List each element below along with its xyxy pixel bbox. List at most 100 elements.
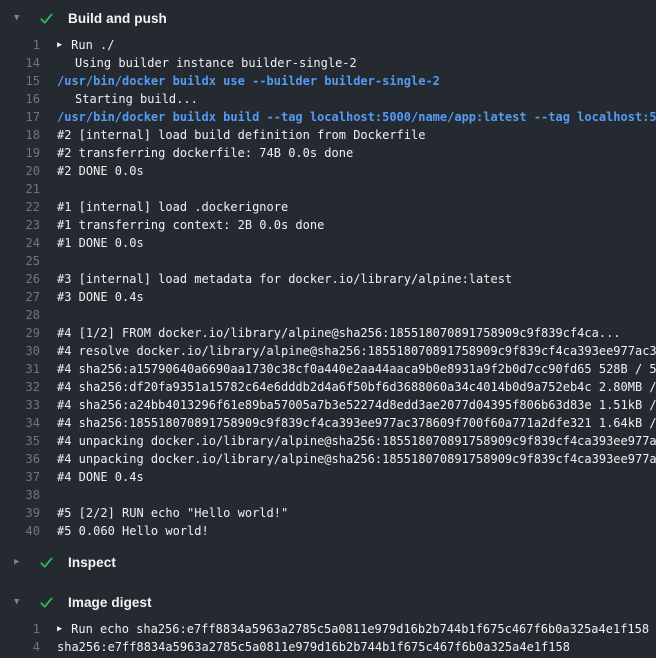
log-line: 37 ▶ #4 DONE 0.4s: [0, 468, 656, 486]
check-icon: [38, 10, 54, 26]
line-number[interactable]: 18: [0, 126, 40, 144]
log-line: 19 ▶ #2 transferring dockerfile: 74B 0.0…: [0, 144, 656, 162]
line-number[interactable]: 14: [0, 54, 40, 72]
line-number[interactable]: 29: [0, 324, 40, 342]
line-number[interactable]: 27: [0, 288, 40, 306]
section-header[interactable]: ▼ Image digest: [0, 584, 656, 620]
log-line: 39 ▶ #5 [2/2] RUN echo "Hello world!": [0, 504, 656, 522]
line-number[interactable]: 1: [0, 620, 40, 638]
log-line: 40 ▶ #5 0.060 Hello world!: [0, 522, 656, 540]
expand-group-icon[interactable]: ▶: [40, 620, 62, 638]
log-line: 33 ▶ #4 sha256:a24bb4013296f61e89ba57005…: [0, 396, 656, 414]
line-text: [40, 486, 57, 504]
log-line: 15 ▶ /usr/bin/docker buildx use --builde…: [0, 72, 656, 90]
log-line: 31 ▶ #4 sha256:a15790640a6690aa1730c38cf…: [0, 360, 656, 378]
line-text: Starting build...: [75, 90, 198, 108]
line-number[interactable]: 31: [0, 360, 40, 378]
line-text: #3 [internal] load metadata for docker.i…: [40, 270, 512, 288]
line-text: #2 [internal] load build definition from…: [40, 126, 425, 144]
line-number[interactable]: 26: [0, 270, 40, 288]
section-body: 1 ▶ Run ./ 14 ▶ Using builder instance b…: [0, 36, 656, 544]
chevron-icon[interactable]: ▼: [14, 14, 28, 23]
log-line: 28 ▶: [0, 306, 656, 324]
line-number[interactable]: 15: [0, 72, 40, 90]
line-text: Run echo sha256:e7ff8834a5963a2785c5a081…: [62, 620, 649, 638]
line-number[interactable]: 19: [0, 144, 40, 162]
log-line: 14 ▶ Using builder instance builder-sing…: [0, 54, 656, 72]
line-text: #4 [1/2] FROM docker.io/library/alpine@s…: [40, 324, 621, 342]
log-line: 4 ▶ sha256:e7ff8834a5963a2785c5a0811e979…: [0, 638, 656, 656]
log-line: 20 ▶ #2 DONE 0.0s: [0, 162, 656, 180]
line-number[interactable]: 24: [0, 234, 40, 252]
section-title: Image digest: [68, 595, 152, 610]
line-text: #4 sha256:185518070891758909c9f839cf4ca3…: [40, 414, 656, 432]
log-line: 16 ▶ Starting build...: [0, 90, 656, 108]
line-number[interactable]: 25: [0, 252, 40, 270]
line-number[interactable]: 32: [0, 378, 40, 396]
chevron-icon[interactable]: ▶: [14, 558, 28, 567]
line-text: #3 DONE 0.4s: [40, 288, 144, 306]
line-number[interactable]: 33: [0, 396, 40, 414]
runner-icon: [57, 92, 71, 106]
section-header[interactable]: ▶ Inspect: [0, 544, 656, 580]
log-line: 22 ▶ #1 [internal] load .dockerignore: [0, 198, 656, 216]
line-text: #4 unpacking docker.io/library/alpine@sh…: [40, 450, 656, 468]
line-number[interactable]: 37: [0, 468, 40, 486]
section-body: 1 ▶ Run echo sha256:e7ff8834a5963a2785c5…: [0, 620, 656, 658]
section-title: Build and push: [68, 11, 167, 26]
line-number[interactable]: 22: [0, 198, 40, 216]
line-text: [40, 306, 57, 324]
check-icon: [38, 594, 54, 610]
line-number[interactable]: 28: [0, 306, 40, 324]
pushpin-icon: [57, 56, 71, 70]
chevron-icon[interactable]: ▼: [14, 598, 28, 607]
line-number[interactable]: 35: [0, 432, 40, 450]
line-text: [40, 252, 57, 270]
log-section: ▼ Build and push 1 ▶ Run ./ 14 ▶ Using b…: [0, 0, 656, 544]
line-text: #4 sha256:df20fa9351a15782c64e6dddb2d4a6…: [40, 378, 656, 396]
line-text: #4 unpacking docker.io/library/alpine@sh…: [40, 432, 656, 450]
line-number[interactable]: 38: [0, 486, 40, 504]
section-header[interactable]: ▼ Build and push: [0, 0, 656, 36]
log-line: 26 ▶ #3 [internal] load metadata for doc…: [0, 270, 656, 288]
log-line: 27 ▶ #3 DONE 0.4s: [0, 288, 656, 306]
line-number[interactable]: 4: [0, 638, 40, 656]
section-title: Inspect: [68, 555, 116, 570]
line-text: #5 [2/2] RUN echo "Hello world!": [40, 504, 288, 522]
actions-log: ▼ Build and push 1 ▶ Run ./ 14 ▶ Using b…: [0, 0, 656, 658]
line-text: #4 sha256:a15790640a6690aa1730c38cf0a440…: [40, 360, 656, 378]
line-number[interactable]: 40: [0, 522, 40, 540]
line-number[interactable]: 16: [0, 90, 40, 108]
line-text: #1 DONE 0.0s: [40, 234, 144, 252]
expand-group-icon[interactable]: ▶: [40, 36, 62, 54]
line-text: #4 sha256:a24bb4013296f61e89ba57005a7b3e…: [40, 396, 656, 414]
line-text: #4 resolve docker.io/library/alpine@sha2…: [40, 342, 656, 360]
line-text: /usr/bin/docker buildx build --tag local…: [40, 108, 656, 126]
line-number[interactable]: 34: [0, 414, 40, 432]
line-number[interactable]: 1: [0, 36, 40, 54]
line-number[interactable]: 36: [0, 450, 40, 468]
line-text: #4 DONE 0.4s: [40, 468, 144, 486]
line-number[interactable]: 20: [0, 162, 40, 180]
log-line: 24 ▶ #1 DONE 0.0s: [0, 234, 656, 252]
line-text: Using builder instance builder-single-2: [75, 54, 357, 72]
line-number[interactable]: 23: [0, 216, 40, 234]
line-text: Run ./: [62, 36, 114, 54]
check-icon: [38, 554, 54, 570]
log-section: ▶ Inspect: [0, 544, 656, 584]
log-line: 18 ▶ #2 [internal] load build definition…: [0, 126, 656, 144]
line-text: sha256:e7ff8834a5963a2785c5a0811e979d16b…: [40, 638, 570, 656]
log-line: 25 ▶: [0, 252, 656, 270]
log-line: 23 ▶ #1 transferring context: 2B 0.0s do…: [0, 216, 656, 234]
line-text: #2 transferring dockerfile: 74B 0.0s don…: [40, 144, 353, 162]
line-number[interactable]: 30: [0, 342, 40, 360]
log-line: 30 ▶ #4 resolve docker.io/library/alpine…: [0, 342, 656, 360]
log-line: 1 ▶ Run echo sha256:e7ff8834a5963a2785c5…: [0, 620, 656, 638]
line-text: #1 [internal] load .dockerignore: [40, 198, 288, 216]
log-line: 35 ▶ #4 unpacking docker.io/library/alpi…: [0, 432, 656, 450]
line-number[interactable]: 39: [0, 504, 40, 522]
line-number[interactable]: 21: [0, 180, 40, 198]
line-text: [40, 180, 57, 198]
line-number[interactable]: 17: [0, 108, 40, 126]
log-line: 34 ▶ #4 sha256:185518070891758909c9f839c…: [0, 414, 656, 432]
